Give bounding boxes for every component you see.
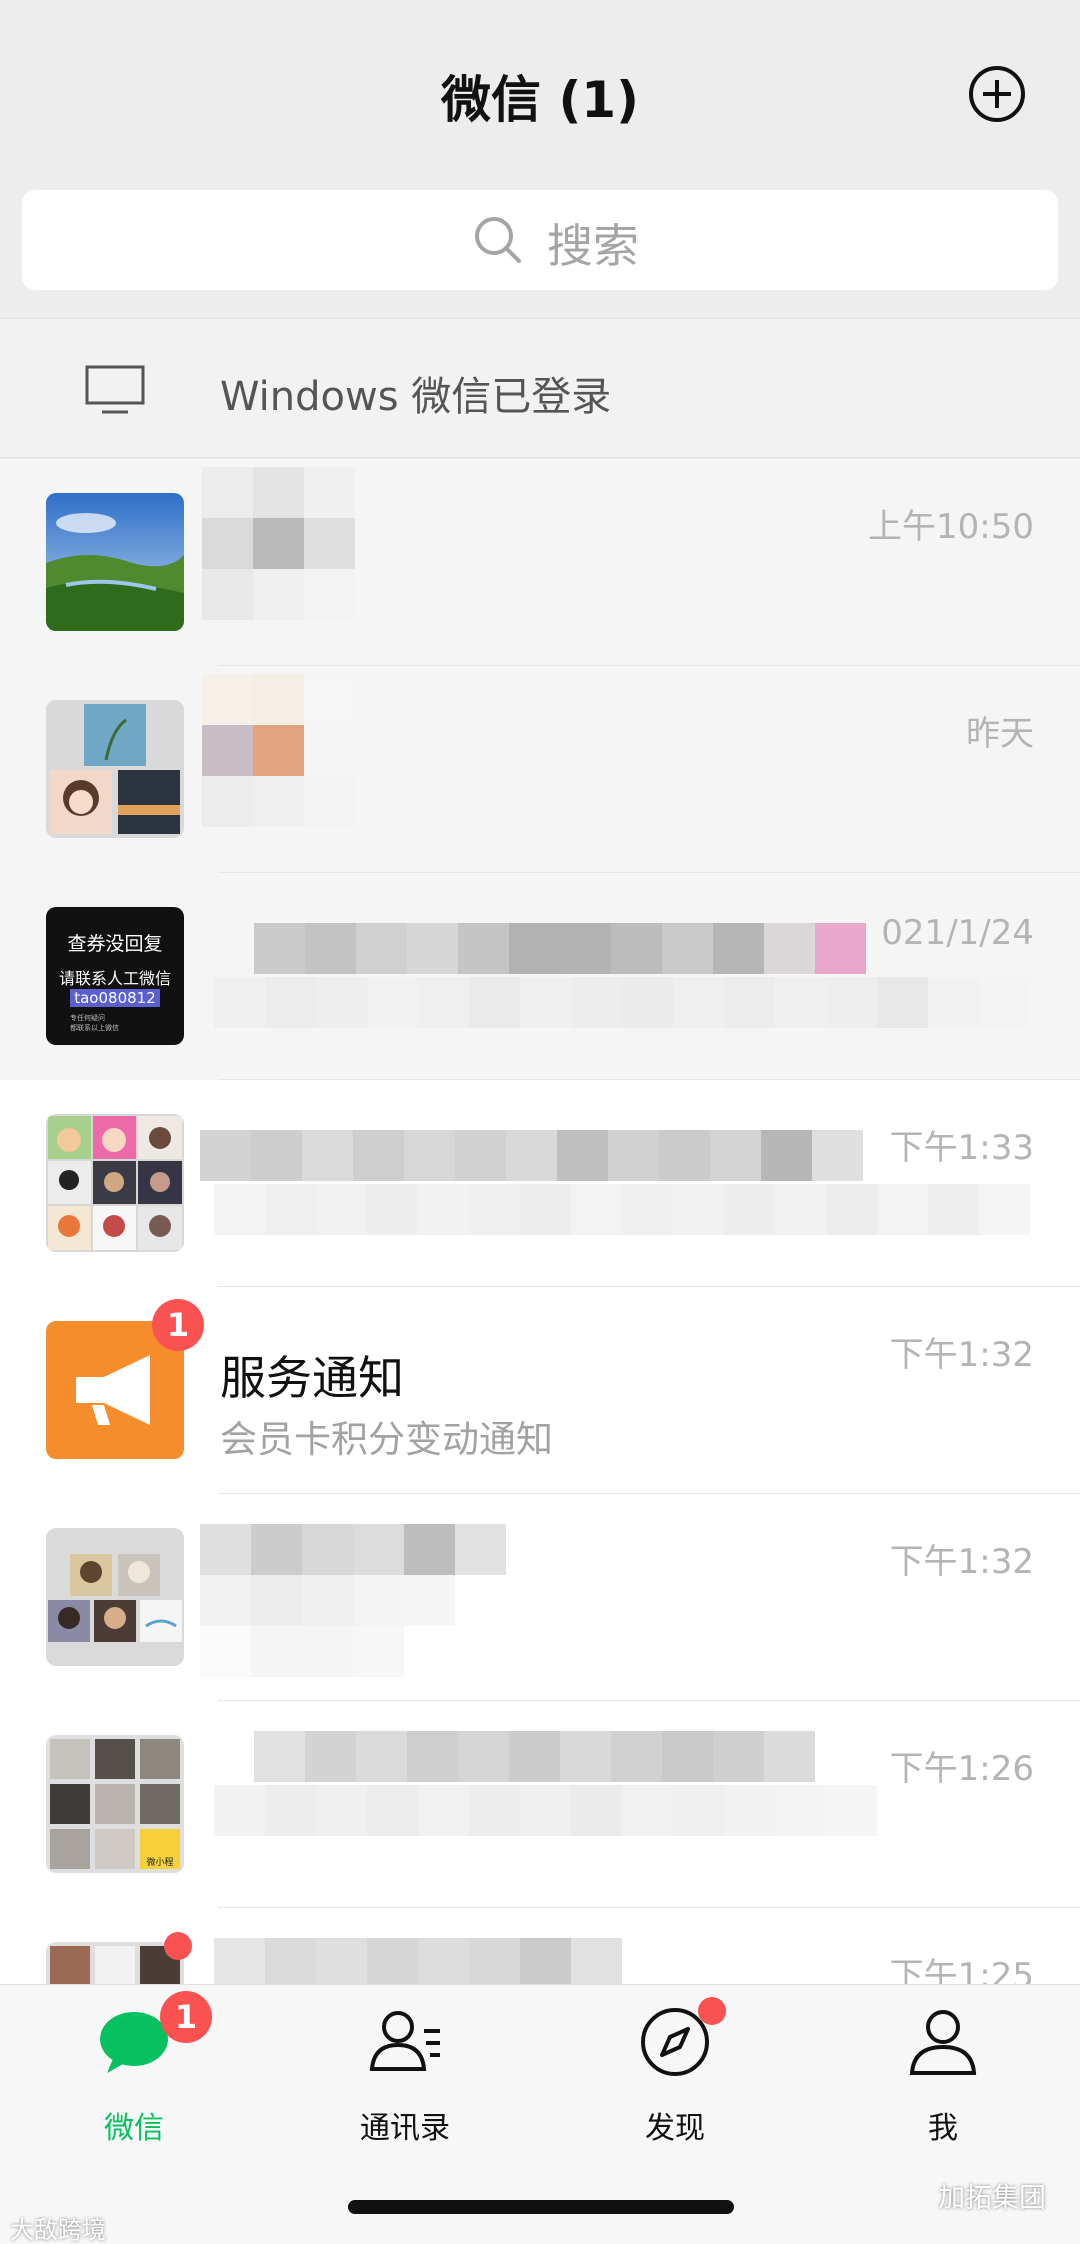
blurred-name bbox=[214, 1938, 622, 1984]
tab-unread-badge: 1 bbox=[160, 1991, 212, 2043]
search-bar[interactable]: 搜索 bbox=[22, 190, 1058, 290]
chat-time: 下午1:32 bbox=[889, 1335, 1034, 1375]
avatar: 微小程 bbox=[46, 1735, 184, 1873]
tab-label: 微信 bbox=[104, 2111, 164, 2146]
chat-row[interactable]: 下午1:32 bbox=[0, 1494, 1080, 1701]
chat-time: 上午10:50 bbox=[868, 507, 1034, 547]
avatar: 查券没回复 请联系人工微信 tao080812 专任何疑问 都联系以上微信 bbox=[46, 907, 184, 1045]
avatar-caption: 微小程 bbox=[146, 1858, 174, 1868]
tab-label: 我 bbox=[928, 2111, 958, 2146]
home-indicator bbox=[348, 2200, 734, 2214]
avatar bbox=[46, 700, 184, 838]
chat-row[interactable]: 昨天 bbox=[0, 666, 1080, 873]
search-placeholder: 搜索 bbox=[547, 219, 639, 273]
chat-list: 上午10:50 昨天 查券没回复 请联系人工微信 tao080812 专任何疑问… bbox=[0, 459, 1080, 1984]
blurred-preview bbox=[214, 977, 1030, 1028]
contacts-icon bbox=[369, 2011, 440, 2071]
avatar-text-line: 专任何疑问 bbox=[70, 1014, 105, 1022]
blurred-name bbox=[202, 674, 355, 827]
chat-row-service-notice[interactable]: 1 服务通知 会员卡积分变动通知 下午1:32 bbox=[0, 1287, 1080, 1494]
blurred-name bbox=[202, 467, 355, 620]
top-bar: 微信 (1) bbox=[0, 0, 1080, 185]
chat-time: 下午1:25 bbox=[889, 1956, 1034, 1984]
blurred-name bbox=[200, 1130, 863, 1181]
chat-row[interactable]: 下午1:25 bbox=[0, 1908, 1080, 1984]
blurred-name bbox=[254, 923, 866, 974]
tab-label: 发现 bbox=[645, 2111, 705, 2146]
pc-login-bar[interactable]: Windows 微信已登录 bbox=[0, 318, 1080, 458]
blurred-name bbox=[200, 1524, 506, 1677]
unread-dot bbox=[164, 1932, 192, 1960]
chat-time: 021/1/24 bbox=[881, 913, 1034, 953]
chat-row[interactable]: 微小程 下午1:26 bbox=[0, 1701, 1080, 1908]
avatar bbox=[46, 493, 184, 631]
chat-time: 下午1:33 bbox=[889, 1128, 1034, 1168]
search-icon bbox=[475, 217, 521, 263]
person-icon bbox=[909, 2010, 977, 2075]
unread-badge: 1 bbox=[152, 1299, 204, 1351]
watermark-right: 加拓集团 bbox=[938, 2183, 1046, 2214]
chat-row[interactable]: 上午10:50 bbox=[0, 459, 1080, 666]
chat-row[interactable]: 查券没回复 请联系人工微信 tao080812 专任何疑问 都联系以上微信 02… bbox=[0, 873, 1080, 1080]
tab-chats[interactable]: 1 微信 bbox=[44, 1991, 224, 2163]
avatar-text-line: 请联系人工微信 bbox=[58, 969, 171, 988]
plus-circle-icon[interactable] bbox=[967, 64, 1027, 124]
chat-time: 下午1:26 bbox=[889, 1749, 1034, 1789]
chat-row[interactable]: 下午1:33 bbox=[0, 1080, 1080, 1287]
chat-time: 昨天 bbox=[966, 714, 1034, 754]
pc-login-text: Windows 微信已登录 bbox=[220, 374, 612, 420]
avatar-text-line: tao080812 bbox=[70, 989, 160, 1007]
tab-new-dot bbox=[698, 1997, 726, 2025]
chat-time: 下午1:32 bbox=[889, 1542, 1034, 1582]
page-title: 微信 (1) bbox=[441, 71, 639, 129]
tab-me[interactable]: 我 bbox=[853, 2003, 1033, 2163]
tab-contacts[interactable]: 通讯录 bbox=[315, 2003, 495, 2163]
blurred-preview bbox=[214, 1184, 1030, 1235]
blurred-name bbox=[254, 1731, 815, 1782]
tab-label: 通讯录 bbox=[360, 2111, 450, 2146]
avatar-text-line: 都联系以上微信 bbox=[70, 1024, 119, 1032]
blurred-preview bbox=[214, 1785, 877, 1836]
avatar bbox=[46, 1114, 184, 1252]
avatar-text-line: 查券没回复 bbox=[67, 933, 163, 955]
tab-discover[interactable]: 发现 bbox=[585, 1997, 765, 2163]
chat-preview: 会员卡积分变动通知 bbox=[220, 1418, 553, 1461]
watermark-left: 大敌跨境 bbox=[10, 2216, 106, 2244]
monitor-icon bbox=[85, 365, 145, 414]
chat-name: 服务通知 bbox=[220, 1351, 404, 1405]
avatar bbox=[46, 1528, 184, 1666]
